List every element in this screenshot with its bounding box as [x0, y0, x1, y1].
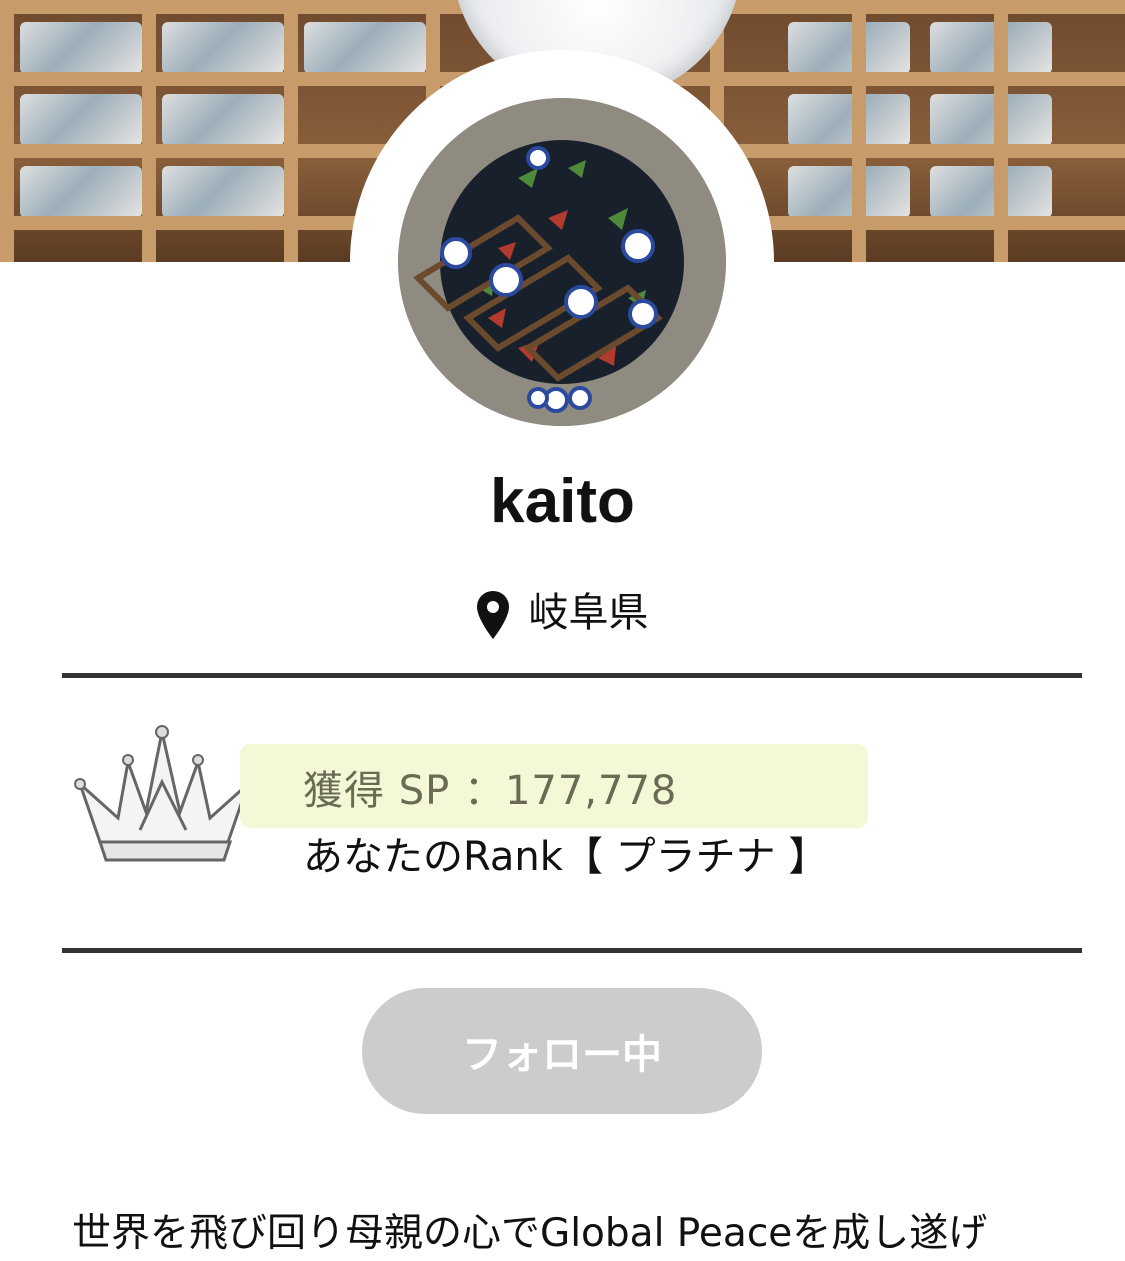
map-pin-icon [476, 591, 509, 639]
rank-section: 獲得 SP ：177,778 あなたのRank【 プラチナ 】 [62, 700, 1082, 940]
crown-icon [70, 722, 260, 868]
username: kaito [490, 467, 635, 536]
avatar-picture [398, 98, 726, 426]
location-text: 岐阜県 [528, 590, 649, 636]
following-button[interactable]: フォロー中 [362, 988, 762, 1114]
avatar[interactable] [398, 98, 726, 426]
user-rank: あなたのRank【 プラチナ 】 [303, 834, 829, 880]
earned-sp: 獲得 SP ：177,778 [303, 768, 678, 814]
divider-top [62, 673, 1082, 678]
divider-bottom [62, 948, 1082, 953]
location: 岐阜県 [0, 580, 1125, 639]
bio-text: 世界を飛び回り母親の心でGlobal Peaceを成し遂げ [72, 1211, 988, 1256]
